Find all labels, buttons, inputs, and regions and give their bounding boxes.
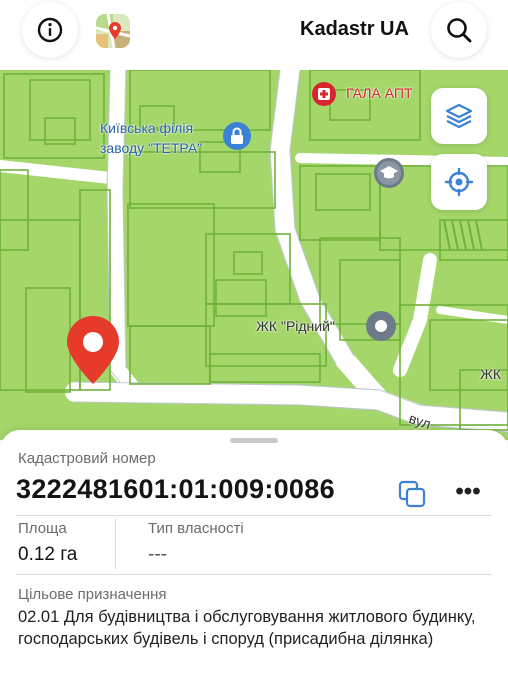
factory-label: Київська філія заводу "ТЕТРА" — [100, 118, 202, 158]
school-poi-icon[interactable] — [374, 158, 404, 188]
residential-edge-label: ЖК — [480, 366, 502, 382]
factory-poi-icon[interactable] — [223, 122, 251, 150]
vertical-divider — [115, 518, 116, 570]
app-header: Kadastr UA — [0, 0, 508, 70]
cadastral-number: 3222481601:01:009:0086 — [16, 474, 335, 504]
more-options-button[interactable]: ••• — [452, 480, 484, 506]
divider-top — [16, 515, 492, 516]
ownership-caption: Тип власності — [148, 520, 244, 537]
pharmacy-poi-icon[interactable] — [312, 82, 336, 106]
search-button[interactable] — [431, 2, 487, 58]
cadastral-number-caption: Кадастровий номер — [18, 450, 156, 467]
factory-label-line2: заводу "ТЕТРА" — [100, 140, 203, 156]
search-icon — [447, 18, 472, 43]
parcel-info-sheet[interactable]: Кадастровий номер 3222481601:01:009:0086… — [0, 430, 508, 699]
info-icon — [37, 17, 63, 43]
divider-middle — [16, 574, 492, 575]
ownership-value: --- — [148, 544, 167, 565]
copy-icon — [398, 480, 426, 508]
my-location-button[interactable] — [431, 154, 487, 210]
residential-label: ЖК "Рідний" — [256, 318, 335, 334]
layers-button[interactable] — [431, 88, 487, 144]
app-title: Kadastr UA — [300, 18, 409, 40]
crosshair-icon — [444, 167, 474, 197]
area-caption: Площа — [18, 520, 67, 537]
purpose-value: 02.01 Для будівництва і обслуговування ж… — [18, 608, 476, 648]
pharmacy-label: ГАЛА АПТ — [346, 85, 413, 101]
factory-label-line1: Київська філія — [100, 120, 194, 136]
area-value: 0.12 га — [18, 544, 78, 565]
cadastral-map[interactable]: Київська філія заводу "ТЕТРА" ГАЛА АПТ Ж… — [0, 70, 508, 440]
map-pin-logo-icon — [96, 14, 130, 48]
layers-icon — [445, 103, 473, 129]
sheet-drag-handle[interactable] — [230, 438, 278, 443]
copy-button[interactable] — [396, 478, 428, 510]
residential-poi-icon[interactable] — [366, 311, 396, 341]
info-button[interactable] — [22, 2, 78, 58]
purpose-caption: Цільове призначення — [18, 586, 167, 603]
